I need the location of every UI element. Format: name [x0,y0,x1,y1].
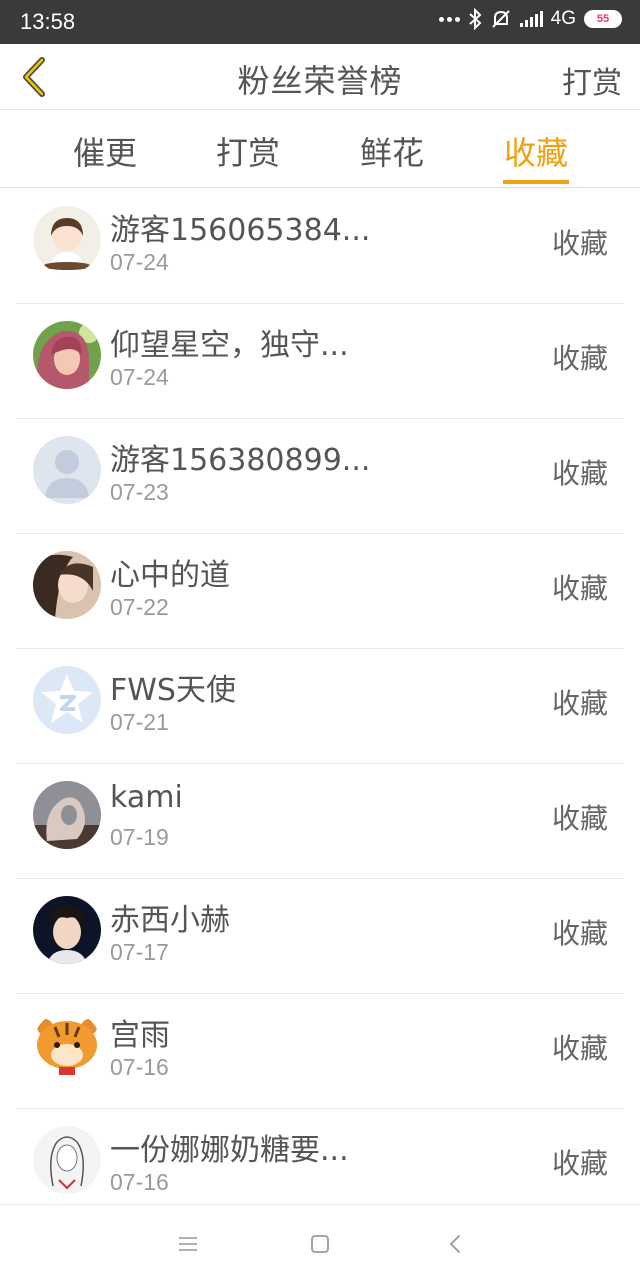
mute-bell-icon [491,10,510,28]
boy-photo-avatar-icon [33,896,101,964]
avatar [33,551,101,619]
item-date: 07-24 [110,364,169,390]
user-name: 仰望星空，独守... [110,328,349,363]
avatar [33,206,101,274]
status-time: 13:58 [20,9,76,34]
avatar [33,321,101,389]
tab-flowers[interactable]: 鲜花 [347,128,437,174]
active-tab-indicator [503,180,569,184]
home-button[interactable] [305,1229,335,1259]
tiger-cartoon-avatar-icon [33,1011,101,1079]
tab-reward[interactable]: 打赏 [203,128,293,174]
status-bar: 13:58 4G 55 [0,0,640,44]
avatar [33,1011,101,1079]
tab-urge[interactable]: 催更 [60,128,150,174]
user-name: kami [110,780,183,815]
item-action-label: 收藏 [551,227,608,260]
more-notifications-icon [438,16,460,22]
list-item[interactable]: 游客156065384... 07-24 收藏 [16,189,624,304]
sketch-girl-avatar-icon [33,1126,101,1194]
item-action-label: 收藏 [551,457,608,490]
system-back-button[interactable] [440,1229,470,1259]
hand-photo-avatar-icon [33,781,101,849]
list-item[interactable]: kami 07-19 收藏 [16,764,624,879]
pink-hair-girl-avatar-icon [33,321,101,389]
item-action-label: 收藏 [551,917,608,950]
menu-button[interactable] [173,1229,203,1259]
list-item[interactable]: 仰望星空，独守... 07-24 收藏 [16,304,624,419]
cartoon-girl-avatar-icon [33,206,101,274]
list-item[interactable]: 心中的道 07-22 收藏 [16,534,624,649]
user-name: 游客156065384... [110,213,370,248]
item-date: 07-19 [110,824,169,850]
default-user-avatar-icon [33,436,101,504]
status-icons: 4G 55 [438,8,622,30]
user-name: 宫雨 [110,1018,170,1053]
back-triangle-icon [449,1235,460,1253]
list-item[interactable]: 赤西小赫 07-17 收藏 [16,879,624,994]
item-date: 07-16 [110,1169,169,1195]
tab-favorites[interactable]: 收藏 [491,128,581,174]
user-name: 心中的道 [110,558,230,593]
list-item[interactable]: 宫雨 07-16 收藏 [16,994,624,1109]
avatar [33,666,101,734]
page-title: 粉丝荣誉榜 [237,62,403,100]
reward-button[interactable]: 打赏 [562,58,622,102]
avatar [33,1126,101,1194]
avatar [33,896,101,964]
item-date: 07-23 [110,479,169,505]
avatar [33,781,101,849]
item-date: 07-21 [110,709,169,735]
menu-icon [179,1237,197,1251]
item-date: 07-17 [110,939,169,965]
signal-icon [519,11,543,27]
list-item[interactable]: FWS天使 07-21 收藏 [16,649,624,764]
item-action-label: 收藏 [551,572,608,605]
avatar [33,436,101,504]
bluetooth-icon [468,8,482,30]
home-square-icon [311,1235,329,1253]
fans-list: 游客156065384... 07-24 收藏 仰望星空，独守... 07-24… [0,189,640,1224]
list-item[interactable]: 游客156380899... 07-23 收藏 [16,419,624,534]
user-name: 游客156380899... [110,443,370,478]
battery-icon: 55 [584,10,622,28]
item-date: 07-24 [110,249,169,275]
item-action-label: 收藏 [551,342,608,375]
item-date: 07-16 [110,1054,169,1080]
user-name: 赤西小赫 [110,903,230,938]
app-header: 粉丝荣誉榜 打赏 [0,44,640,110]
network-type: 4G [550,8,576,29]
item-date: 07-22 [110,594,169,620]
user-name: FWS天使 [110,673,236,708]
qzone-star-avatar-icon [33,666,101,734]
item-action-label: 收藏 [551,1147,608,1180]
tab-bar: 催更 打赏 鲜花 收藏 [0,110,640,188]
item-action-label: 收藏 [551,802,608,835]
system-nav-bar [0,1204,640,1280]
girl-photo-avatar-icon [33,551,101,619]
user-name: 一份娜娜奶糖要... [110,1133,349,1168]
item-action-label: 收藏 [551,1032,608,1065]
item-action-label: 收藏 [551,687,608,720]
